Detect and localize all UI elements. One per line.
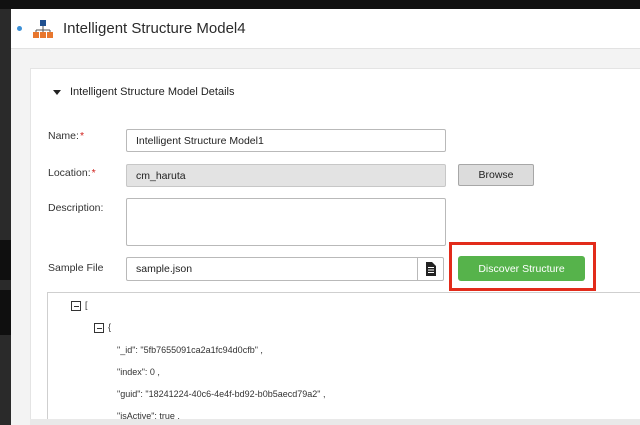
top-frame-band [0,0,640,9]
document-icon [426,262,436,276]
collapse-toggle-icon[interactable] [71,301,81,311]
json-preview-panel[interactable]: [ { "_id": "5fb7655091ca2a1fc94d0cfb" , … [47,292,640,425]
hierarchy-structure-icon [33,19,53,38]
section-title: Intelligent Structure Model Details [70,86,235,98]
location-input[interactable]: cm_haruta [126,164,446,187]
page-header: Intelligent Structure Model4 [11,9,640,49]
discover-structure-button[interactable]: Discover Structure [458,256,585,281]
section-toggle[interactable]: Intelligent Structure Model Details [53,86,234,98]
workspace-canvas: Intelligent Structure Model Details Name… [11,49,640,425]
left-band-segment [0,290,11,335]
json-line: [ [85,300,88,310]
status-dot-icon [17,26,22,31]
details-card: Intelligent Structure Model Details Name… [30,68,640,425]
name-input[interactable]: Intelligent Structure Model1 [126,129,446,152]
page-title: Intelligent Structure Model4 [63,20,246,37]
sample-file-input[interactable]: sample.json [126,257,418,281]
description-label: Description: [48,202,104,214]
browse-button[interactable]: Browse [458,164,534,186]
file-picker-button[interactable] [417,257,444,281]
bottom-section-bar [30,419,640,425]
location-label: Location:* [48,167,96,179]
name-label: Name:* [48,130,85,142]
json-line: "_id": "5fb7655091ca2a1fc94d0cfb" , [117,345,263,355]
required-mark: * [91,167,96,179]
left-frame-band [0,9,11,425]
sample-file-label: Sample File [48,262,104,274]
collapse-toggle-icon[interactable] [94,323,104,333]
json-line: "guid": "18241224-40c6-4e4f-bd92-b0b5aec… [117,389,326,399]
description-textarea[interactable] [126,198,446,246]
required-mark: * [79,130,85,142]
left-band-segment [0,240,11,280]
json-line: "index": 0 , [117,367,160,377]
caret-down-icon [53,89,61,95]
json-line: { [108,322,112,332]
